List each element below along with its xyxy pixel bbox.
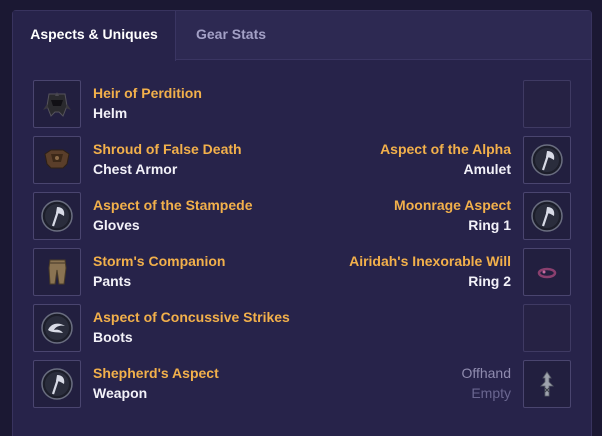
- aspect-axe-icon: [531, 144, 563, 176]
- weapon-slot[interactable]: [33, 360, 81, 408]
- tab-bar: Aspects & Uniques Gear Stats: [13, 11, 591, 61]
- right-empty-slot-1[interactable]: [523, 80, 571, 128]
- tab-aspects-uniques[interactable]: Aspects & Uniques: [13, 11, 176, 61]
- item-name: Heir of Perdition: [93, 85, 202, 101]
- item-name: Shepherd's Aspect: [93, 365, 219, 381]
- item-name: Aspect of the Stampede: [93, 197, 253, 213]
- ring2-text: Airidah's Inexorable Will Ring 2: [349, 251, 511, 291]
- helm-icon: [43, 92, 71, 117]
- slot-label: Helm: [93, 105, 128, 121]
- aspect-axe-icon: [41, 200, 73, 232]
- slot-label: Offhand: [461, 365, 511, 381]
- chest-armor-slot[interactable]: [33, 136, 81, 184]
- amulet-slot[interactable]: [523, 136, 571, 184]
- ring1-slot[interactable]: [523, 192, 571, 240]
- slot-label: Amulet: [463, 161, 511, 177]
- gloves-text: Aspect of the Stampede Gloves: [93, 195, 252, 235]
- pants-slot[interactable]: [33, 248, 81, 296]
- offhand-totem-icon: [540, 371, 554, 397]
- right-empty-slot-2[interactable]: [523, 304, 571, 352]
- ring2-slot[interactable]: [523, 248, 571, 296]
- slot-label: Chest Armor: [93, 161, 178, 177]
- slot-label: Pants: [93, 273, 132, 289]
- offhand-slot[interactable]: [523, 360, 571, 408]
- ring-icon: [537, 267, 557, 279]
- boots-text: Aspect of Concussive Strikes Boots: [93, 307, 290, 347]
- amulet-text: Aspect of the Alpha Amulet: [380, 139, 511, 179]
- offhand-text: Offhand Empty: [461, 363, 511, 403]
- tab-gear-stats[interactable]: Gear Stats: [196, 11, 286, 60]
- aspect-axe-icon: [531, 200, 563, 232]
- helm-text: Heir of Perdition Helm: [93, 83, 202, 123]
- item-name: Airidah's Inexorable Will: [349, 253, 511, 269]
- slot-label: Gloves: [93, 217, 140, 233]
- slot-label: Ring 1: [468, 217, 511, 233]
- chest-armor-text: Shroud of False Death Chest Armor: [93, 139, 242, 179]
- helm-slot[interactable]: [33, 80, 81, 128]
- empty-label: Empty: [471, 385, 511, 401]
- item-name: Moonrage Aspect: [394, 197, 511, 213]
- item-name: Aspect of Concussive Strikes: [93, 309, 290, 325]
- slot-label: Weapon: [93, 385, 148, 401]
- chest-armor-icon: [44, 149, 70, 169]
- pants-icon: [48, 259, 67, 285]
- item-name: Shroud of False Death: [93, 141, 242, 157]
- aspect-axe-icon: [41, 368, 73, 400]
- pants-text: Storm's Companion Pants: [93, 251, 225, 291]
- item-name: Aspect of the Alpha: [380, 141, 511, 157]
- weapon-text: Shepherd's Aspect Weapon: [93, 363, 219, 403]
- ring1-text: Moonrage Aspect Ring 1: [394, 195, 511, 235]
- boots-slot[interactable]: [33, 304, 81, 352]
- aspect-wave-icon: [41, 312, 73, 344]
- gloves-slot[interactable]: [33, 192, 81, 240]
- slot-label: Boots: [93, 329, 133, 345]
- slot-label: Ring 2: [468, 273, 511, 289]
- item-name: Storm's Companion: [93, 253, 226, 269]
